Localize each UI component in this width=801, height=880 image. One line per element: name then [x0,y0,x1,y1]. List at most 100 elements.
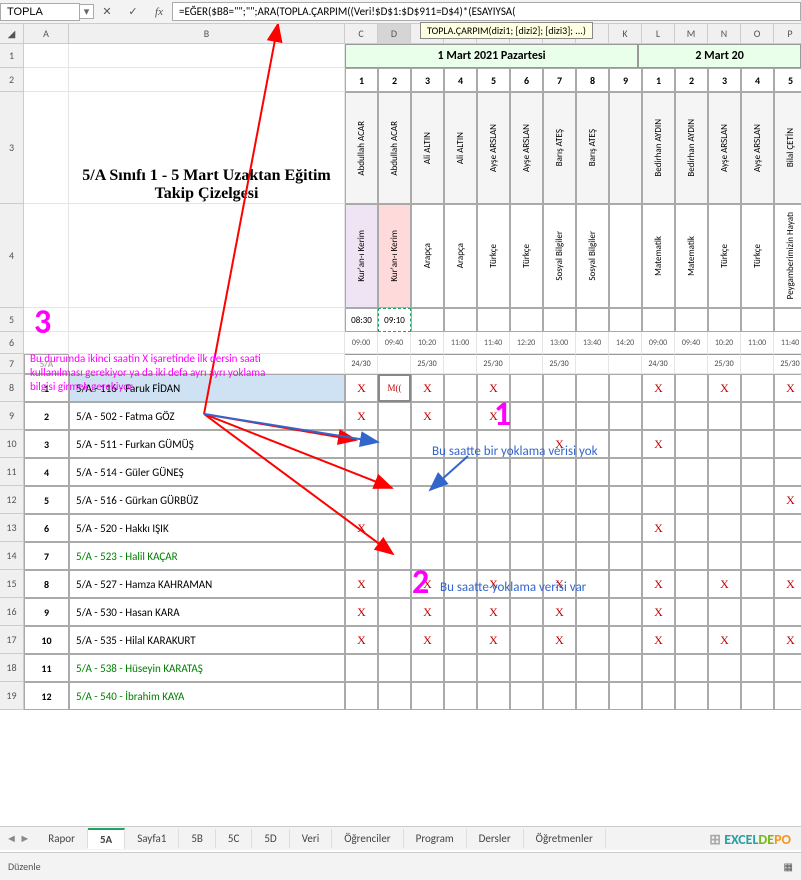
cell[interactable] [708,458,741,486]
cell[interactable] [675,354,708,374]
cell[interactable]: X [345,626,378,654]
cell[interactable] [543,654,576,682]
cell[interactable]: 25/30 [543,354,576,374]
cell[interactable] [576,682,609,710]
cell[interactable] [708,402,741,430]
cell[interactable] [411,308,444,332]
teacher[interactable]: Bedirhan AYDIN [675,92,708,204]
cell[interactable]: X [642,570,675,598]
col-C[interactable]: C [345,24,378,44]
cell[interactable] [609,654,642,682]
cell[interactable]: X [642,598,675,626]
cell[interactable] [741,514,774,542]
cell[interactable] [708,514,741,542]
cell[interactable] [774,682,801,710]
cell[interactable] [741,570,774,598]
teacher[interactable]: Ayşe ARSLAN [741,92,774,204]
cell[interactable] [741,542,774,570]
cell[interactable] [609,354,642,374]
cell[interactable] [378,514,411,542]
row-num[interactable]: 6 [24,514,69,542]
period[interactable]: 8 [576,68,609,92]
col-L[interactable]: L [642,24,675,44]
cell[interactable]: 09:00 [642,332,675,354]
row-hdr[interactable]: 12 [0,486,24,514]
cell[interactable] [609,402,642,430]
subject[interactable]: Türkçe [477,204,510,308]
cell[interactable] [576,654,609,682]
cell[interactable] [444,374,477,402]
cell[interactable]: X [411,626,444,654]
cell[interactable] [411,458,444,486]
cell[interactable] [444,626,477,654]
cell[interactable] [345,682,378,710]
cell[interactable] [675,486,708,514]
cell[interactable] [774,514,801,542]
cell[interactable] [675,682,708,710]
cell[interactable] [378,402,411,430]
cell[interactable]: 13:00 [543,332,576,354]
cell[interactable] [675,514,708,542]
title-cell[interactable]: 5/A Sınıfı 1 - 5 Mart Uzaktan Eğitim Tak… [69,92,345,204]
cell[interactable] [444,598,477,626]
subject[interactable]: Matematik [675,204,708,308]
cell[interactable]: X [345,598,378,626]
col-O[interactable]: O [741,24,774,44]
cell[interactable] [543,514,576,542]
cell[interactable] [510,682,543,710]
row-hdr[interactable]: 11 [0,458,24,486]
row-7-hdr[interactable]: 7 [0,354,24,374]
row-hdr[interactable]: 9 [0,402,24,430]
cell[interactable]: X [708,374,741,402]
cell[interactable] [675,402,708,430]
teacher[interactable]: Ayşe ARSLAN [708,92,741,204]
cell[interactable]: X [774,570,801,598]
cell[interactable] [543,458,576,486]
cell[interactable]: X [708,570,741,598]
subject[interactable]: Türkçe [741,204,774,308]
cell[interactable] [543,374,576,402]
row-hdr[interactable]: 10 [0,430,24,458]
cell[interactable]: X [411,374,444,402]
row-hdr[interactable]: 15 [0,570,24,598]
cell[interactable] [378,570,411,598]
cell[interactable] [642,308,675,332]
cell[interactable] [444,682,477,710]
col-P[interactable]: P [774,24,801,44]
teacher[interactable]: Bedirhan AYDIN [642,92,675,204]
cell[interactable] [741,682,774,710]
period[interactable]: 3 [411,68,444,92]
student-name[interactable]: 5/A - 516 - Gürkan GÜRBÜZ [69,486,345,514]
subject[interactable]: Kur'an-ı Kerim [345,204,378,308]
cell[interactable] [444,486,477,514]
cell[interactable] [576,570,609,598]
cell[interactable] [543,486,576,514]
cancel-formula[interactable]: ✕ [98,5,116,18]
cell[interactable] [510,486,543,514]
cell[interactable]: 12:20 [510,332,543,354]
teacher[interactable]: Ayşe ARSLAN [477,92,510,204]
cell[interactable]: 09:40 [378,332,411,354]
period[interactable]: 1 [345,68,378,92]
subject[interactable]: Sosyal Bilgiler [543,204,576,308]
col-N[interactable]: N [708,24,741,44]
cell[interactable] [675,374,708,402]
student-name[interactable]: 5/A - 530 - Hasan KARA [69,598,345,626]
cell[interactable]: X [345,374,378,402]
row-num[interactable]: 1 [24,374,69,402]
teacher[interactable]: Barış ATEŞ [576,92,609,204]
cell[interactable] [708,598,741,626]
col-K[interactable]: K [609,24,642,44]
name-box-dropdown[interactable]: ▾ [80,4,94,19]
teacher[interactable] [609,92,642,204]
cell[interactable] [675,598,708,626]
date1[interactable]: 1 Mart 2021 Pazartesi [345,44,638,68]
cell[interactable] [378,430,411,458]
period[interactable]: 5 [477,68,510,92]
row-hdr[interactable]: 17 [0,626,24,654]
cell[interactable]: 11:40 [477,332,510,354]
cell[interactable] [543,682,576,710]
cell[interactable] [510,374,543,402]
cell[interactable] [642,402,675,430]
cell[interactable] [510,514,543,542]
